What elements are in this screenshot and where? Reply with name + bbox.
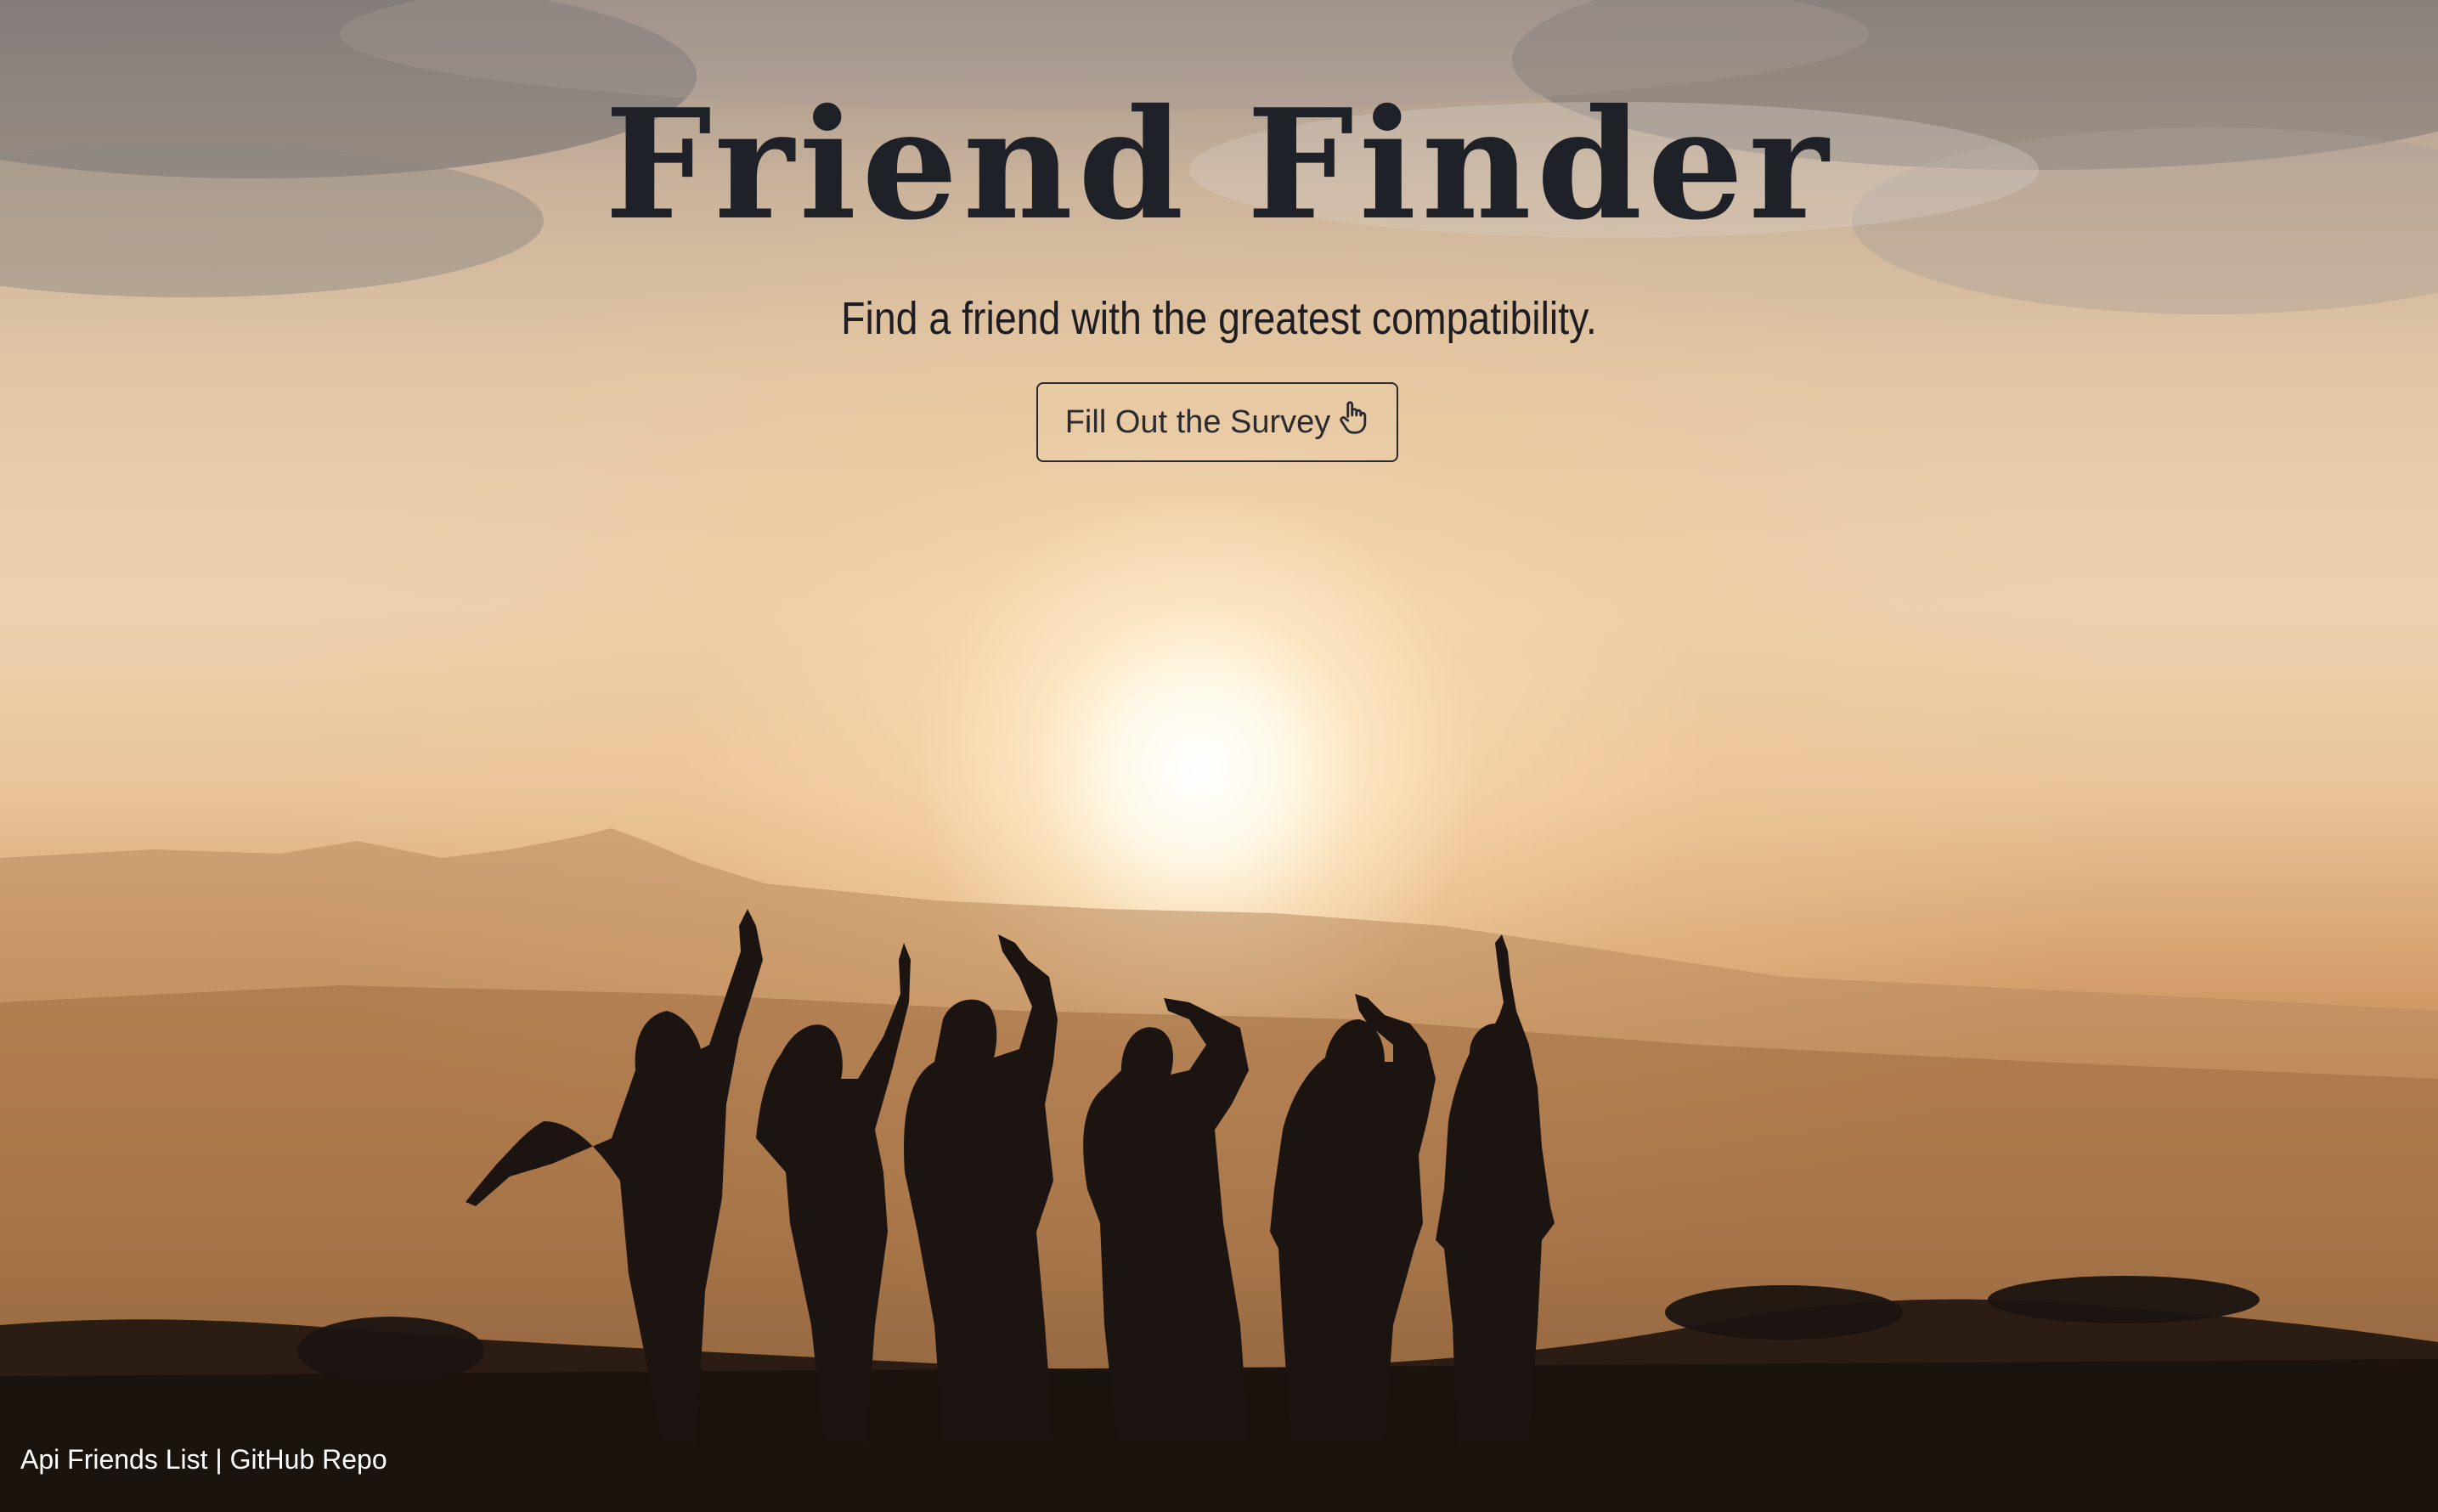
footer-separator: |: [215, 1444, 223, 1475]
api-friends-list-link[interactable]: Api Friends List: [20, 1444, 208, 1475]
page-title: Friend Finder: [604, 76, 1834, 253]
github-repo-link[interactable]: GitHub Repo: [230, 1444, 387, 1475]
hand-pointer-icon: [1337, 399, 1369, 445]
footer-links: Api Friends List | GitHub Repo: [20, 1444, 387, 1475]
page-subtitle: Find a friend with the greatest compatib…: [841, 293, 1597, 344]
landing-page: Friend Finder Find a friend with the gre…: [0, 0, 2438, 1512]
survey-button-label: Fill Out the Survey: [1064, 403, 1331, 440]
fill-out-survey-button[interactable]: Fill Out the Survey: [1036, 382, 1398, 462]
